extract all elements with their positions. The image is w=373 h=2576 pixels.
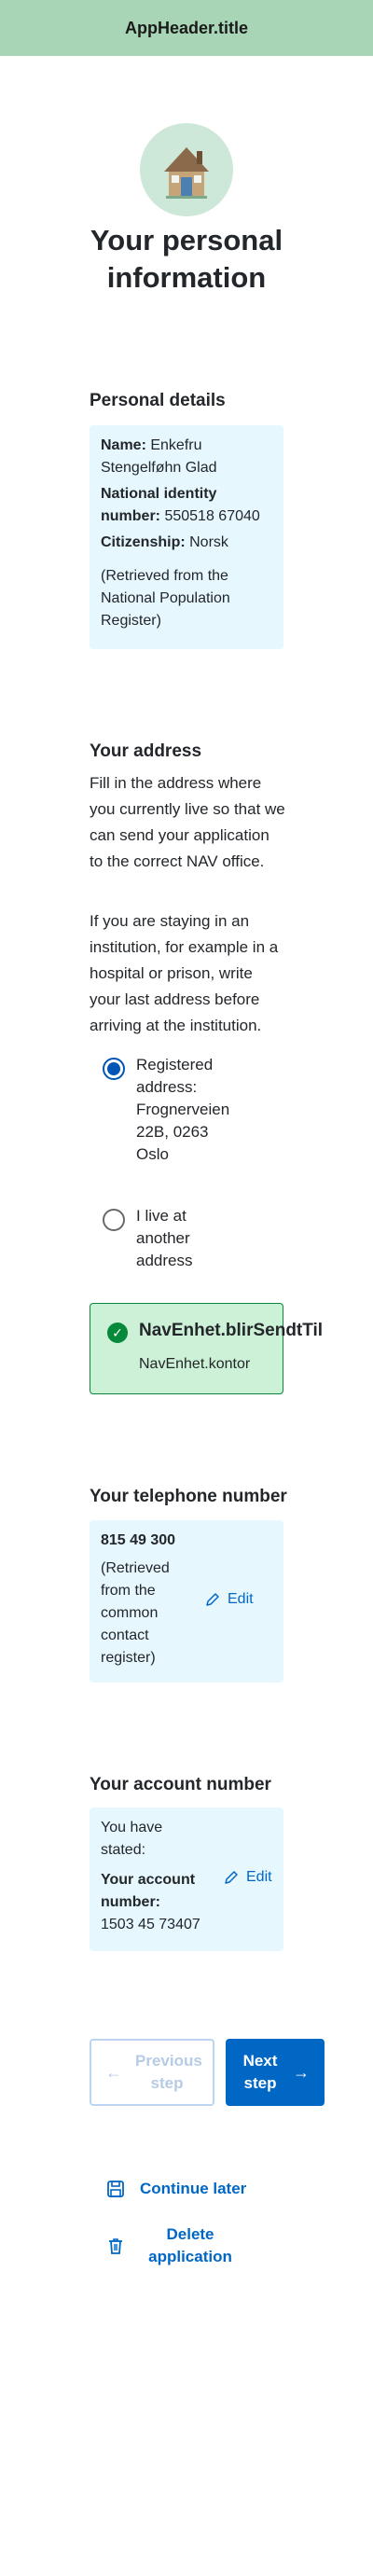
address-intro: Fill in the address where you currently … — [90, 774, 285, 870]
radio-registered-address[interactable]: Registered address: Frognerveien 22B, 02… — [103, 1054, 239, 1166]
app-header: AppHeader.title — [0, 0, 373, 56]
radio-registered-address-control[interactable] — [103, 1058, 125, 1080]
citizenship-label: Citizenship: — [101, 534, 186, 550]
name-row: Name: Enkefru Stengelføhn Glad — [101, 435, 272, 479]
previous-step-label[interactable]: Previous step — [135, 2050, 202, 2095]
floppy-disk-icon — [107, 2181, 124, 2197]
arrow-left-icon: ← — [105, 2063, 122, 2082]
account-heading: Your account number — [90, 1775, 271, 1794]
page-title: Your personal information — [90, 224, 283, 294]
citizenship-value: Norsk — [189, 534, 228, 550]
pencil-icon — [225, 1871, 238, 1884]
phone-edit-label[interactable]: Edit — [228, 1591, 254, 1608]
account-edit-label[interactable]: Edit — [246, 1869, 272, 1886]
radio-other-address-label[interactable]: I live at another address — [136, 1205, 239, 1272]
previous-step-button[interactable]: ← Previous step — [90, 2039, 214, 2106]
name-label: Name: — [101, 437, 146, 453]
app-header-title: AppHeader.title — [124, 18, 249, 37]
personal-details-heading: Personal details — [90, 391, 226, 410]
personal-details-panel: Name: Enkefru Stengelføhn Glad National … — [90, 425, 283, 649]
phone-source-note: (Retrieved from the common contact regis… — [101, 1560, 170, 1666]
nav-office-alert-subtitle: NavEnhet.kontor — [139, 1356, 251, 1372]
trash-icon — [109, 2238, 122, 2254]
national-id-row: National identity number: 550518 67040 — [101, 483, 272, 528]
next-step-label[interactable]: Next step — [241, 2050, 280, 2095]
phone-number: 815 49 300 — [101, 1532, 176, 1548]
phone-panel: 815 49 300 (Retrieved from the common co… — [90, 1520, 283, 1683]
phone-heading: Your telephone number — [90, 1487, 287, 1506]
radio-other-address-control[interactable] — [103, 1209, 125, 1231]
nav-office-alert-title: NavEnhet.blirSendtTil — [139, 1321, 324, 1340]
continue-later-button[interactable]: Continue later — [106, 2178, 246, 2200]
account-number-value: 1503 45 73407 — [101, 1917, 200, 1932]
delete-application-label[interactable]: Delete application — [145, 2223, 235, 2268]
delete-application-button[interactable]: Delete application — [106, 2223, 235, 2268]
house-illustration-icon — [140, 123, 233, 216]
arrow-right-icon: → — [293, 2063, 310, 2082]
account-edit-link[interactable]: Edit — [224, 1869, 272, 1886]
account-stated-text: You have stated: — [101, 1820, 163, 1858]
radio-registered-address-label[interactable]: Registered address: Frognerveien 22B, 02… — [136, 1054, 239, 1166]
address-institution-note: If you are staying in an institution, fo… — [90, 912, 279, 1034]
nav-office-alert: ✓ NavEnhet.blirSendtTil NavEnhet.kontor — [90, 1303, 323, 1394]
citizenship-row: Citizenship: Norsk — [101, 532, 272, 554]
pencil-icon — [206, 1593, 219, 1606]
address-heading: Your address — [90, 741, 202, 761]
phone-edit-link[interactable]: Edit — [205, 1591, 254, 1608]
radio-other-address[interactable]: I live at another address — [103, 1205, 239, 1272]
checkmark-icon: ✓ — [107, 1323, 128, 1343]
national-id-value: 550518 67040 — [164, 508, 260, 524]
account-number-label: Your account number: — [101, 1872, 196, 1910]
next-step-button[interactable]: Next step → — [226, 2039, 325, 2106]
personal-source-note: (Retrieved from the National Population … — [101, 568, 230, 629]
continue-later-label[interactable]: Continue later — [140, 2178, 246, 2200]
